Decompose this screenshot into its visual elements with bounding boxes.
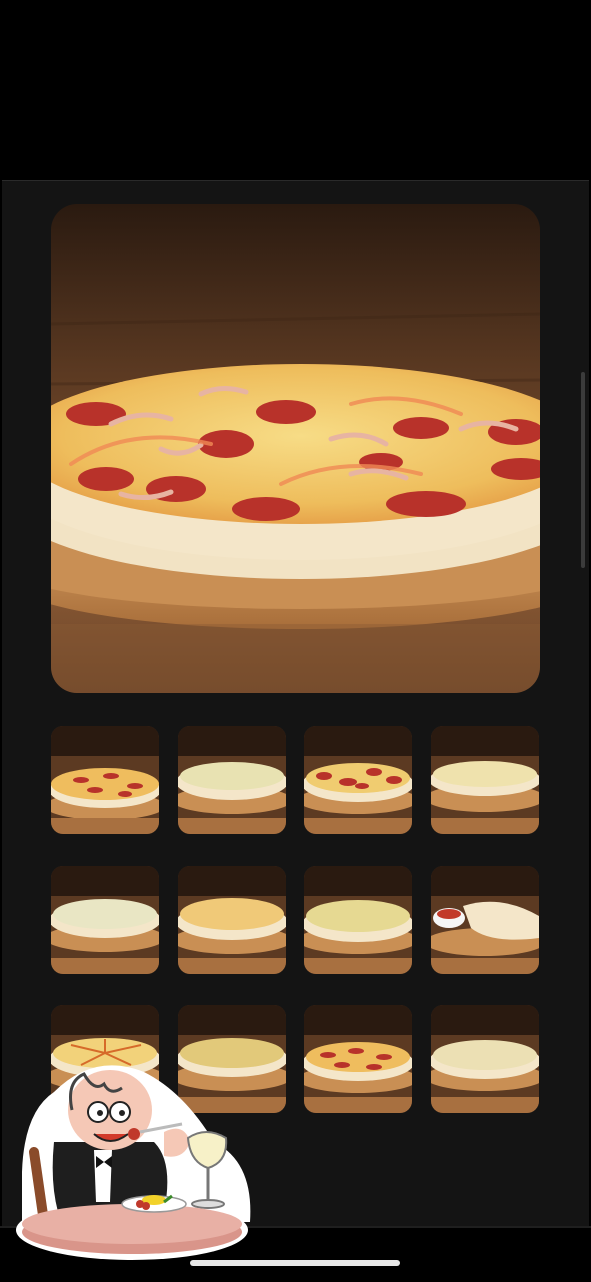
pizza-thumbnail-image: [304, 866, 412, 974]
thumbnail-4[interactable]: [431, 726, 539, 834]
thumbnail-7[interactable]: [304, 866, 412, 974]
pizza-thumbnail-image: [51, 726, 159, 834]
thumbnail-1[interactable]: [51, 726, 159, 834]
pizza-thumbnail-image: [178, 866, 286, 974]
top-bar: [0, 0, 591, 178]
pizza-thumbnail-image: [51, 866, 159, 974]
thumbnail-11[interactable]: [304, 1005, 412, 1113]
hero-pizza-image: [51, 204, 540, 693]
hero-photo[interactable]: [51, 204, 540, 693]
pizza-thumbnail-image: [178, 726, 286, 834]
pizza-thumbnail-image: [304, 726, 412, 834]
scrollbar[interactable]: [581, 372, 585, 568]
pizza-thumbnail-image: [304, 1005, 412, 1113]
thumbnail-12[interactable]: [431, 1005, 539, 1113]
thumbnail-2[interactable]: [178, 726, 286, 834]
pizza-thumbnail-image: [431, 1005, 539, 1113]
thumbnail-5[interactable]: [51, 866, 159, 974]
thumbnail-3[interactable]: [304, 726, 412, 834]
pizza-thumbnail-image: [431, 866, 539, 974]
thumbnail-6[interactable]: [178, 866, 286, 974]
thumbnail-8[interactable]: [431, 866, 539, 974]
diner-eating-icon: [14, 1052, 260, 1264]
pizza-thumbnail-image: [431, 726, 539, 834]
